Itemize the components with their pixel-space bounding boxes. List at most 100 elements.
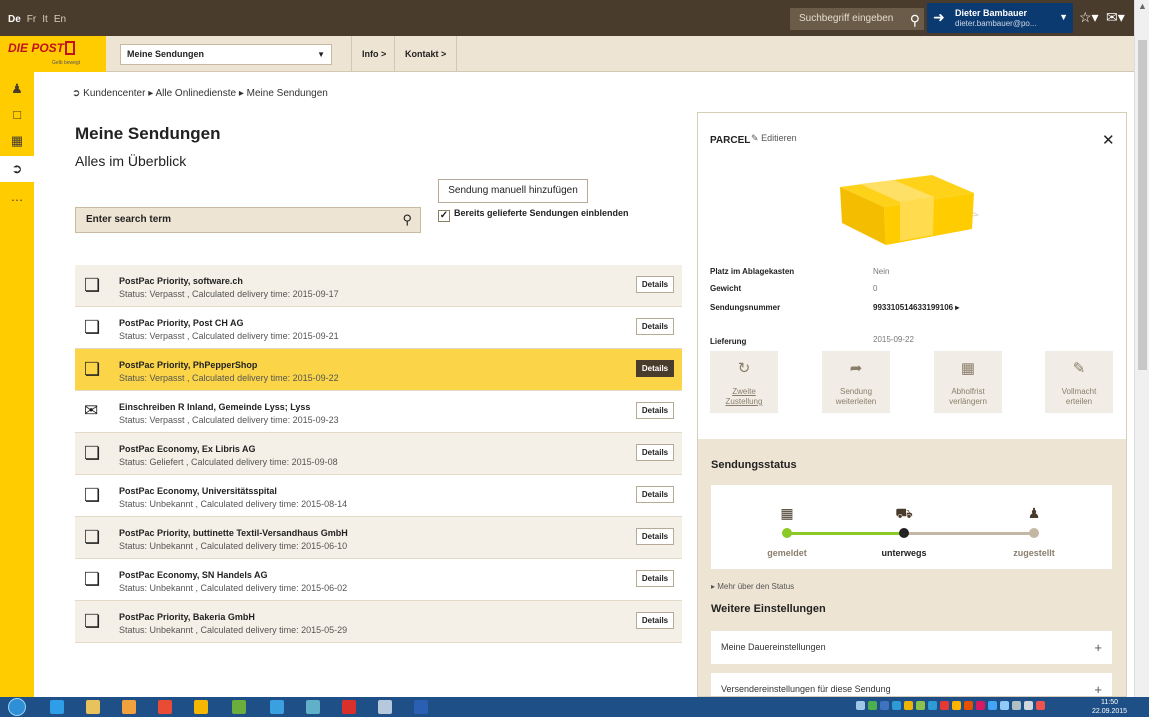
shipment-row[interactable]: ❏ PostPac Priority, Post CH AG Status: V… — [75, 307, 682, 349]
more-status-link[interactable]: ▸ Mehr über den Status — [711, 582, 794, 591]
lang-it[interactable]: It — [42, 14, 48, 25]
app-icon[interactable] — [378, 700, 392, 714]
setting-row[interactable]: Versendereinstellungen für diese Sendung… — [711, 673, 1112, 696]
shipment-status: Status: Unbekannt , Calculated delivery … — [119, 625, 348, 635]
shipment-row[interactable]: ✉ Einschreiben R Inland, Gemeinde Lyss; … — [75, 391, 682, 433]
person-icon[interactable]: ♟ — [0, 76, 34, 102]
details-button[interactable]: Details — [636, 486, 674, 503]
shipment-row[interactable]: ❏ PostPac Priority, buttinette Textil-Ve… — [75, 517, 682, 559]
shipment-row[interactable]: ❏ PostPac Priority, Bakeria GmbH Status:… — [75, 601, 682, 643]
details-button[interactable]: Details — [636, 276, 674, 293]
shipment-status: Status: Verpasst , Calculated delivery t… — [119, 289, 339, 299]
pdf-icon[interactable] — [342, 700, 356, 714]
pencil-icon: ✎ — [751, 133, 759, 143]
language-switcher: De Fr It En — [8, 14, 72, 25]
details-button[interactable]: Details — [636, 612, 674, 629]
details-button[interactable]: Details — [636, 444, 674, 461]
envelope-icon: ✉ — [84, 401, 99, 420]
details-button[interactable]: Details — [636, 402, 674, 419]
grant-authorization-button[interactable]: ✎ Vollmacht erteilen — [1045, 351, 1113, 413]
plus-icon[interactable]: + — [1094, 673, 1102, 696]
shipment-title: PostPac Economy, Universitätsspital — [119, 486, 277, 496]
tracking-number-link[interactable]: 993310514633199106 ▸ — [873, 303, 959, 312]
show-delivered-toggle[interactable]: ✓ Bereits gelieferte Sendungen einblenden — [438, 208, 629, 222]
chrome-icon[interactable] — [158, 700, 172, 714]
field-key: Sendungsnummer — [710, 303, 781, 312]
shipment-row[interactable]: ❏ PostPac Economy, Ex Libris AG Status: … — [75, 433, 682, 475]
close-icon[interactable]: ✕ — [1102, 131, 1115, 149]
action-label: Sendung weiterleiten — [835, 387, 877, 406]
media-icon[interactable] — [122, 700, 136, 714]
shipment-title: PostPac Priority, Post CH AG — [119, 318, 244, 328]
extend-pickup-button[interactable]: ▦ Abholfrist verlängern — [934, 351, 1002, 413]
package-icon: ❏ — [84, 611, 101, 631]
logout-icon: ➜ — [933, 9, 945, 25]
shipment-row[interactable]: ❏ PostPac Economy, Universitätsspital St… — [75, 475, 682, 517]
service-select[interactable]: Meine Sendungen ▼ — [120, 44, 332, 65]
step-label-current: unterwegs — [881, 548, 927, 558]
forward-shipment-button[interactable]: ➦ Sendung weiterleiten — [822, 351, 890, 413]
shipment-search-input[interactable]: Enter search term ⚲ — [75, 207, 421, 233]
scroll-up-icon[interactable]: ▲ — [1138, 1, 1147, 11]
system-clock[interactable]: 11:50 22.09.2015 — [1092, 698, 1127, 716]
scrollbar-thumb[interactable] — [1138, 40, 1147, 370]
briefcase-icon[interactable]: □ — [0, 102, 34, 128]
search-icon[interactable]: ⚲ — [402, 208, 412, 232]
ie-icon[interactable] — [50, 700, 64, 714]
action-label: Abholfrist verlängern — [949, 387, 987, 406]
user-email: dieter.bambauer@po... — [955, 19, 1037, 28]
star-icon[interactable]: ☆▾ — [1079, 9, 1099, 26]
chevron-down-icon: ▼ — [317, 50, 325, 59]
left-sidebar: ♟ □ ▦ ➲ … — [0, 72, 34, 697]
step-dot-pending — [1029, 528, 1039, 538]
page-scrollbar[interactable]: ▲ — [1134, 0, 1149, 697]
post-logo: DIE POST — [8, 41, 76, 55]
global-search-input[interactable]: Suchbegriff eingeben ⚲ — [790, 8, 924, 30]
explorer-icon[interactable] — [86, 700, 100, 714]
building-icon[interactable]: ▦ — [0, 128, 34, 154]
shipment-title: PostPac Economy, Ex Libris AG — [119, 444, 256, 454]
field-key: Platz im Ablagekasten — [710, 267, 795, 276]
details-button[interactable]: Details — [636, 570, 674, 587]
details-button[interactable]: Details — [636, 360, 674, 377]
plus-icon[interactable]: + — [1094, 631, 1102, 664]
mail-icon[interactable]: ✉▾ — [1106, 9, 1125, 26]
search-icon[interactable]: ⚲ — [910, 9, 920, 31]
shipment-row[interactable]: ❏ PostPac Priority, software.ch Status: … — [75, 265, 682, 307]
setting-row[interactable]: Meine Dauereinstellungen + — [711, 631, 1112, 664]
nav-contact-link[interactable]: Kontakt > — [394, 36, 458, 72]
second-delivery-button[interactable]: ↻ Zweite Zustellung — [710, 351, 778, 413]
nav-info-link[interactable]: Info > — [351, 36, 396, 72]
delivery-person-icon: ♟ — [1027, 505, 1041, 521]
shipment-status: Status: Unbekannt , Calculated delivery … — [119, 541, 348, 551]
page-title: Meine Sendungen — [75, 124, 221, 143]
status-section: Sendungsstatus ▦ ⛟ ♟ gemeldet unterwegs … — [698, 439, 1126, 696]
logo-area[interactable]: DIE POST Gelb bewegt — [0, 36, 106, 72]
lang-en[interactable]: En — [54, 14, 66, 25]
edit-link[interactable]: ✎ Editieren — [751, 133, 797, 144]
checkbox-checked[interactable]: ✓ — [438, 210, 450, 222]
details-button[interactable]: Details — [636, 318, 674, 335]
lang-fr[interactable]: Fr — [27, 14, 36, 25]
more-icon[interactable]: … — [0, 184, 34, 210]
shipment-row-selected[interactable]: ❏ PostPac Priority, PhPepperShop Status:… — [75, 349, 682, 391]
app-icon[interactable] — [306, 700, 320, 714]
user-menu[interactable]: ➜ Dieter Bambauer dieter.bambauer@po... … — [927, 3, 1073, 33]
package-icon: ❏ — [84, 359, 101, 379]
breadcrumb-path[interactable]: Kundencenter ▸ Alle Onlinedienste ▸ Mein… — [83, 88, 328, 99]
package-icon: ❏ — [84, 317, 101, 337]
shipment-row[interactable]: ❏ PostPac Economy, SN Handels AG Status:… — [75, 559, 682, 601]
start-button[interactable] — [8, 698, 26, 716]
details-button[interactable]: Details — [636, 528, 674, 545]
shipment-search-placeholder: Enter search term — [86, 214, 172, 225]
lang-de[interactable]: De — [8, 14, 21, 25]
app-icon[interactable] — [270, 700, 284, 714]
step-dot-current — [899, 528, 909, 538]
add-shipment-button[interactable]: Sendung manuell hinzufügen — [438, 179, 588, 203]
shipment-title: PostPac Economy, SN Handels AG — [119, 570, 268, 580]
app-icon[interactable] — [232, 700, 246, 714]
word-icon[interactable] — [414, 700, 428, 714]
app-icon[interactable] — [194, 700, 208, 714]
shipment-status: Status: Geliefert , Calculated delivery … — [119, 457, 338, 467]
tracking-icon[interactable]: ➲ — [0, 156, 34, 182]
